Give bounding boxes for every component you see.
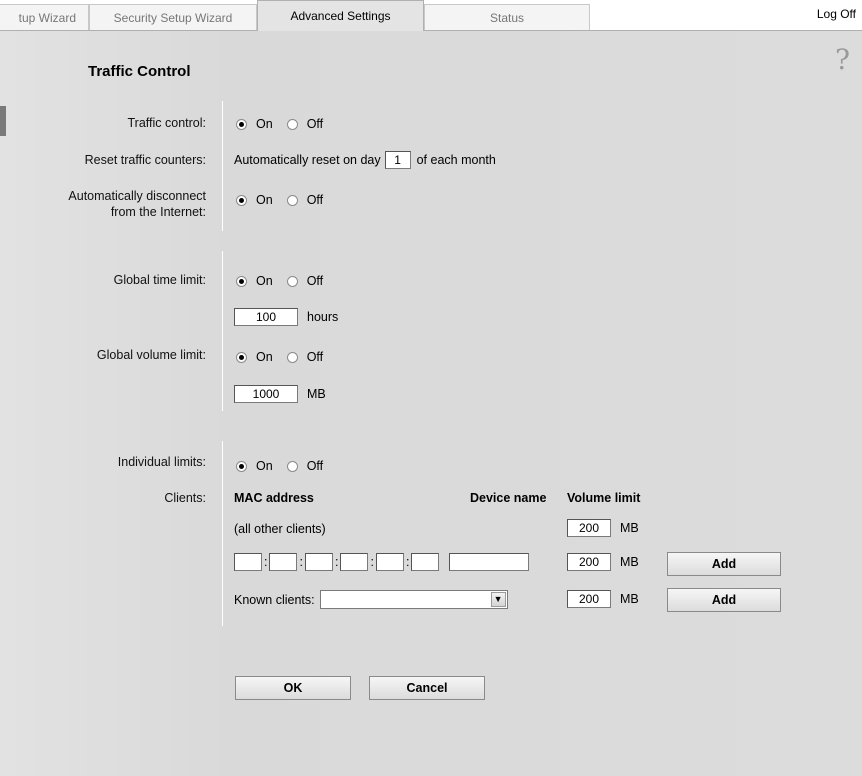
mac-octet-3-input[interactable] <box>304 553 333 571</box>
known-client-volume-input[interactable]: 200 <box>567 590 611 608</box>
add-mac-client-button[interactable]: Add <box>667 552 781 576</box>
global-time-on-radio[interactable] <box>236 275 247 287</box>
radio-label: Off <box>306 350 324 364</box>
divider <box>222 101 223 231</box>
radio-label: Off <box>306 274 324 288</box>
known-clients-select[interactable]: ▼ <box>319 590 508 609</box>
tab-label: Status <box>489 11 525 25</box>
individual-limits-radios: On Off <box>236 459 323 473</box>
global-volume-radios: On Off <box>236 350 323 364</box>
global-volume-off-radio[interactable] <box>286 351 298 363</box>
mac-separator: : <box>370 555 374 569</box>
radio-label: Off <box>306 117 324 131</box>
mac-octet-6-input[interactable] <box>411 553 440 571</box>
global-volume-label: Global volume limit: <box>96 348 206 362</box>
help-icon[interactable]: ? <box>835 43 850 76</box>
global-volume-on-radio[interactable] <box>236 351 247 363</box>
known-clients-row: Known clients: ▼ <box>234 590 508 609</box>
col-device-header: Device name <box>470 491 547 505</box>
individual-off-radio[interactable] <box>286 460 298 472</box>
radio-label: On <box>256 459 273 473</box>
mb-unit: MB <box>620 521 639 535</box>
auto-disconnect-label: Automatically disconnect from the Intern… <box>68 188 206 220</box>
all-other-clients-limit: 200 MB <box>567 519 639 537</box>
log-off-link[interactable]: Log Off <box>817 7 856 21</box>
new-client-limit: 200 MB <box>567 553 639 571</box>
mb-unit: MB <box>620 555 639 569</box>
reset-prefix: Automatically reset on day <box>234 153 381 167</box>
tab-label: Security Setup Wizard <box>113 11 233 25</box>
col-volume-header: Volume limit <box>567 491 641 505</box>
individual-limits-label: Individual limits: <box>117 455 206 469</box>
mac-separator: : <box>334 555 339 569</box>
divider <box>222 251 223 411</box>
reset-suffix: of each month <box>416 153 496 167</box>
mac-octet-2-input[interactable] <box>269 553 298 571</box>
tab-bar: tup Wizard Security Setup Wizard Advance… <box>0 0 862 31</box>
page-title: Traffic Control <box>88 63 191 80</box>
radio-label: Off <box>306 459 324 473</box>
global-time-radios: On Off <box>236 274 323 288</box>
mac-separator: : <box>405 555 410 569</box>
mac-separator: : <box>299 555 303 569</box>
reset-counters-label: Reset traffic counters: <box>84 153 206 167</box>
global-volume-input[interactable]: 1000 <box>234 385 298 403</box>
global-time-value-row: 100 hours <box>234 308 338 326</box>
radio-label: On <box>256 117 273 131</box>
radio-label: Off <box>306 193 324 207</box>
traffic-control-on-radio[interactable] <box>236 118 247 130</box>
individual-on-radio[interactable] <box>236 460 247 472</box>
mac-octet-5-input[interactable] <box>375 553 404 571</box>
tab-advanced-settings[interactable]: Advanced Settings <box>257 0 424 31</box>
known-client-limit: 200 MB <box>567 590 639 608</box>
global-time-label: Global time limit: <box>113 273 206 287</box>
divider <box>222 441 223 626</box>
mac-octet-1-input[interactable] <box>234 553 262 571</box>
auto-disconnect-off-radio[interactable] <box>286 194 298 206</box>
tab-setup-wizard[interactable]: tup Wizard <box>0 4 89 30</box>
traffic-control-off-radio[interactable] <box>286 118 298 130</box>
tab-status[interactable]: Status <box>424 4 590 30</box>
radio-label: On <box>256 350 273 364</box>
known-clients-label: Known clients: <box>234 592 315 607</box>
auto-disconnect-radios: On Off <box>236 193 323 207</box>
traffic-control-label: Traffic control: <box>127 116 207 130</box>
nav-marker <box>0 106 6 136</box>
mac-entry-row: : : : : : <box>234 553 530 571</box>
global-time-input[interactable]: 100 <box>234 308 298 326</box>
mac-octet-4-input[interactable] <box>340 553 369 571</box>
chevron-down-icon[interactable]: ▼ <box>490 592 506 607</box>
hours-unit: hours <box>307 310 339 324</box>
ok-button[interactable]: OK <box>235 676 351 700</box>
global-volume-value-row: 1000 MB <box>234 385 326 403</box>
add-known-client-button[interactable]: Add <box>667 588 781 612</box>
traffic-control-radios: On Off <box>236 117 323 131</box>
mb-unit: MB <box>620 592 639 606</box>
new-client-volume-input[interactable]: 200 <box>567 553 611 571</box>
col-mac-header: MAC address <box>234 491 314 505</box>
mb-unit: MB <box>307 387 326 401</box>
reset-counters-row: Automatically reset on day 1 of each mon… <box>234 151 496 169</box>
global-time-off-radio[interactable] <box>286 275 298 287</box>
tab-label: tup Wizard <box>18 11 76 25</box>
tab-label: Advanced Settings <box>290 9 391 23</box>
content-panel: Traffic Control ? Traffic control: On Of… <box>0 30 862 776</box>
auto-disconnect-line-1: Automatically disconnect <box>68 189 206 203</box>
clients-label: Clients: <box>164 491 206 505</box>
auto-disconnect-line-2: from the Internet: <box>110 205 206 219</box>
cancel-button[interactable]: Cancel <box>369 676 485 700</box>
device-name-input[interactable] <box>449 553 530 571</box>
radio-label: On <box>256 274 273 288</box>
tab-security-setup-wizard[interactable]: Security Setup Wizard <box>89 4 257 30</box>
reset-day-input[interactable]: 1 <box>384 151 411 169</box>
mac-separator: : <box>264 555 268 569</box>
all-other-volume-input[interactable]: 200 <box>567 519 611 537</box>
radio-label: On <box>256 193 273 207</box>
all-other-clients-label: (all other clients) <box>234 522 326 536</box>
auto-disconnect-on-radio[interactable] <box>236 194 247 206</box>
